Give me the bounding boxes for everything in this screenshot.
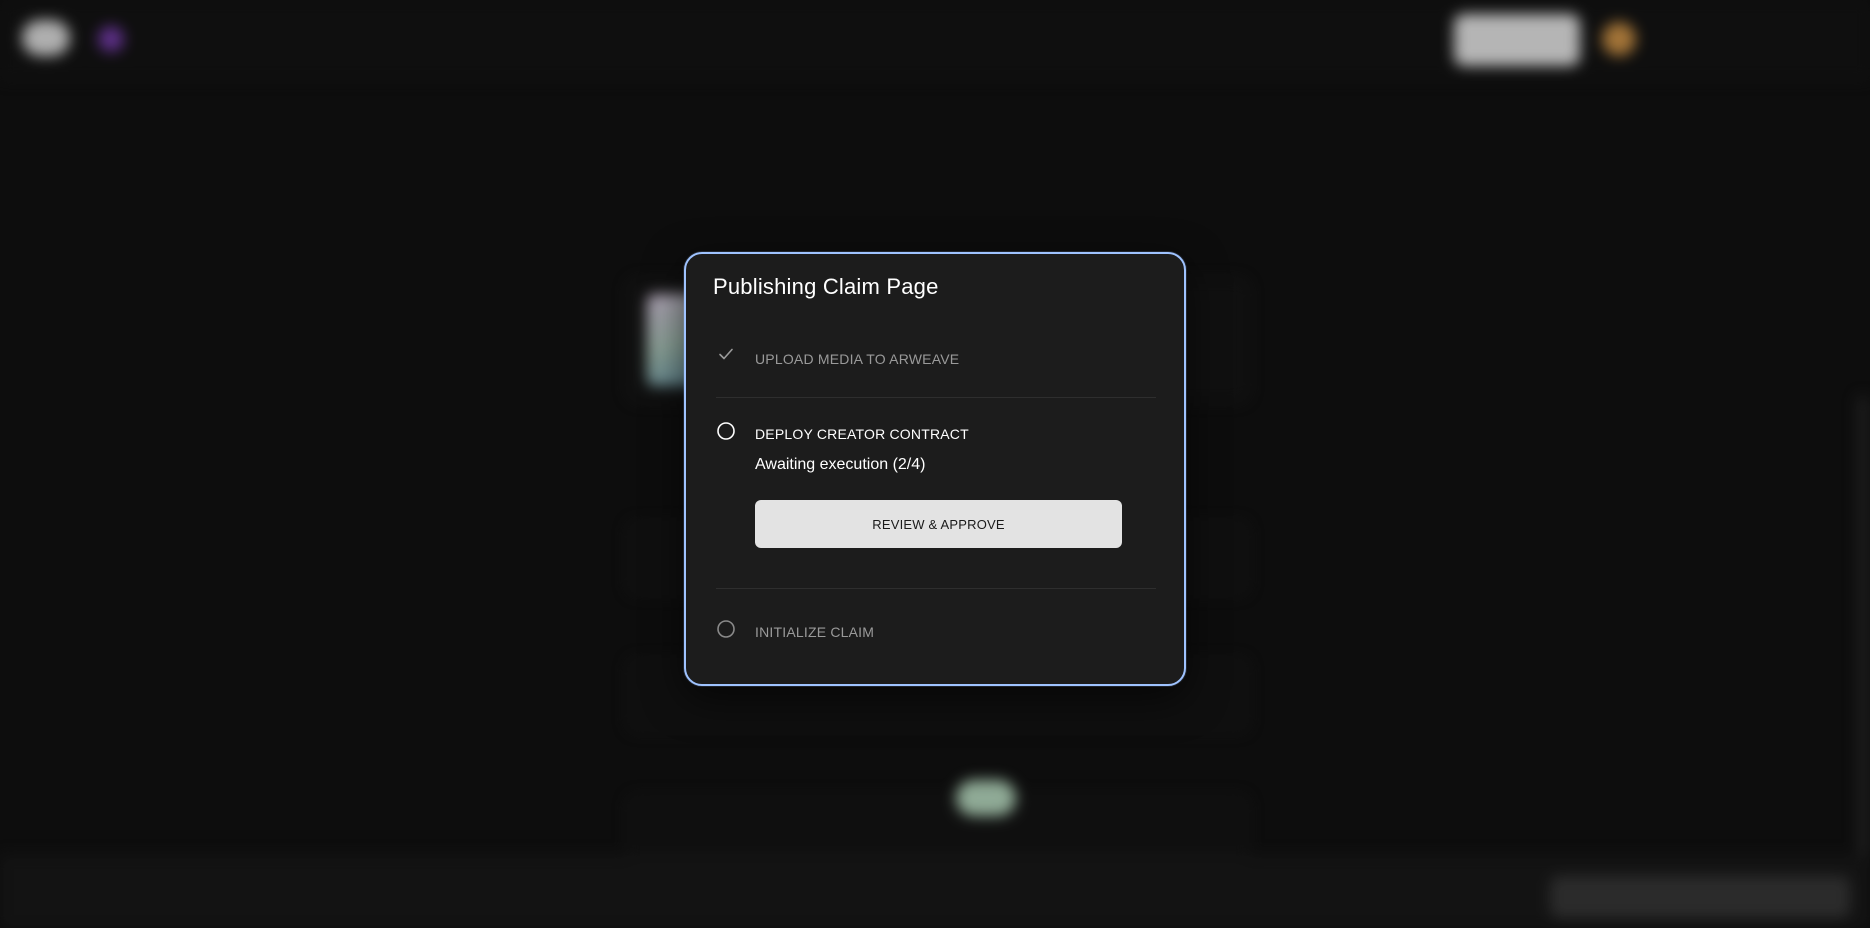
step-deploy-contract-label: DEPLOY CREATOR CONTRACT: [755, 426, 969, 442]
step-upload-media-label: UPLOAD MEDIA TO ARWEAVE: [755, 351, 960, 367]
circle-outline-icon: [717, 620, 735, 638]
page: Publishing Claim Page UPLOAD MEDIA TO AR…: [0, 0, 1870, 928]
step-status-text: Awaiting execution (2/4): [755, 456, 926, 473]
publishing-modal: Publishing Claim Page UPLOAD MEDIA TO AR…: [684, 252, 1186, 686]
check-icon: [719, 348, 733, 360]
step-initialize-claim-label: INITIALIZE CLAIM: [755, 624, 875, 640]
circle-outline-icon: [717, 422, 735, 440]
step-divider: [716, 397, 1156, 398]
step-divider: [716, 588, 1156, 589]
review-approve-button[interactable]: REVIEW & APPROVE: [755, 500, 1122, 548]
modal-title: Publishing Claim Page: [713, 274, 939, 299]
